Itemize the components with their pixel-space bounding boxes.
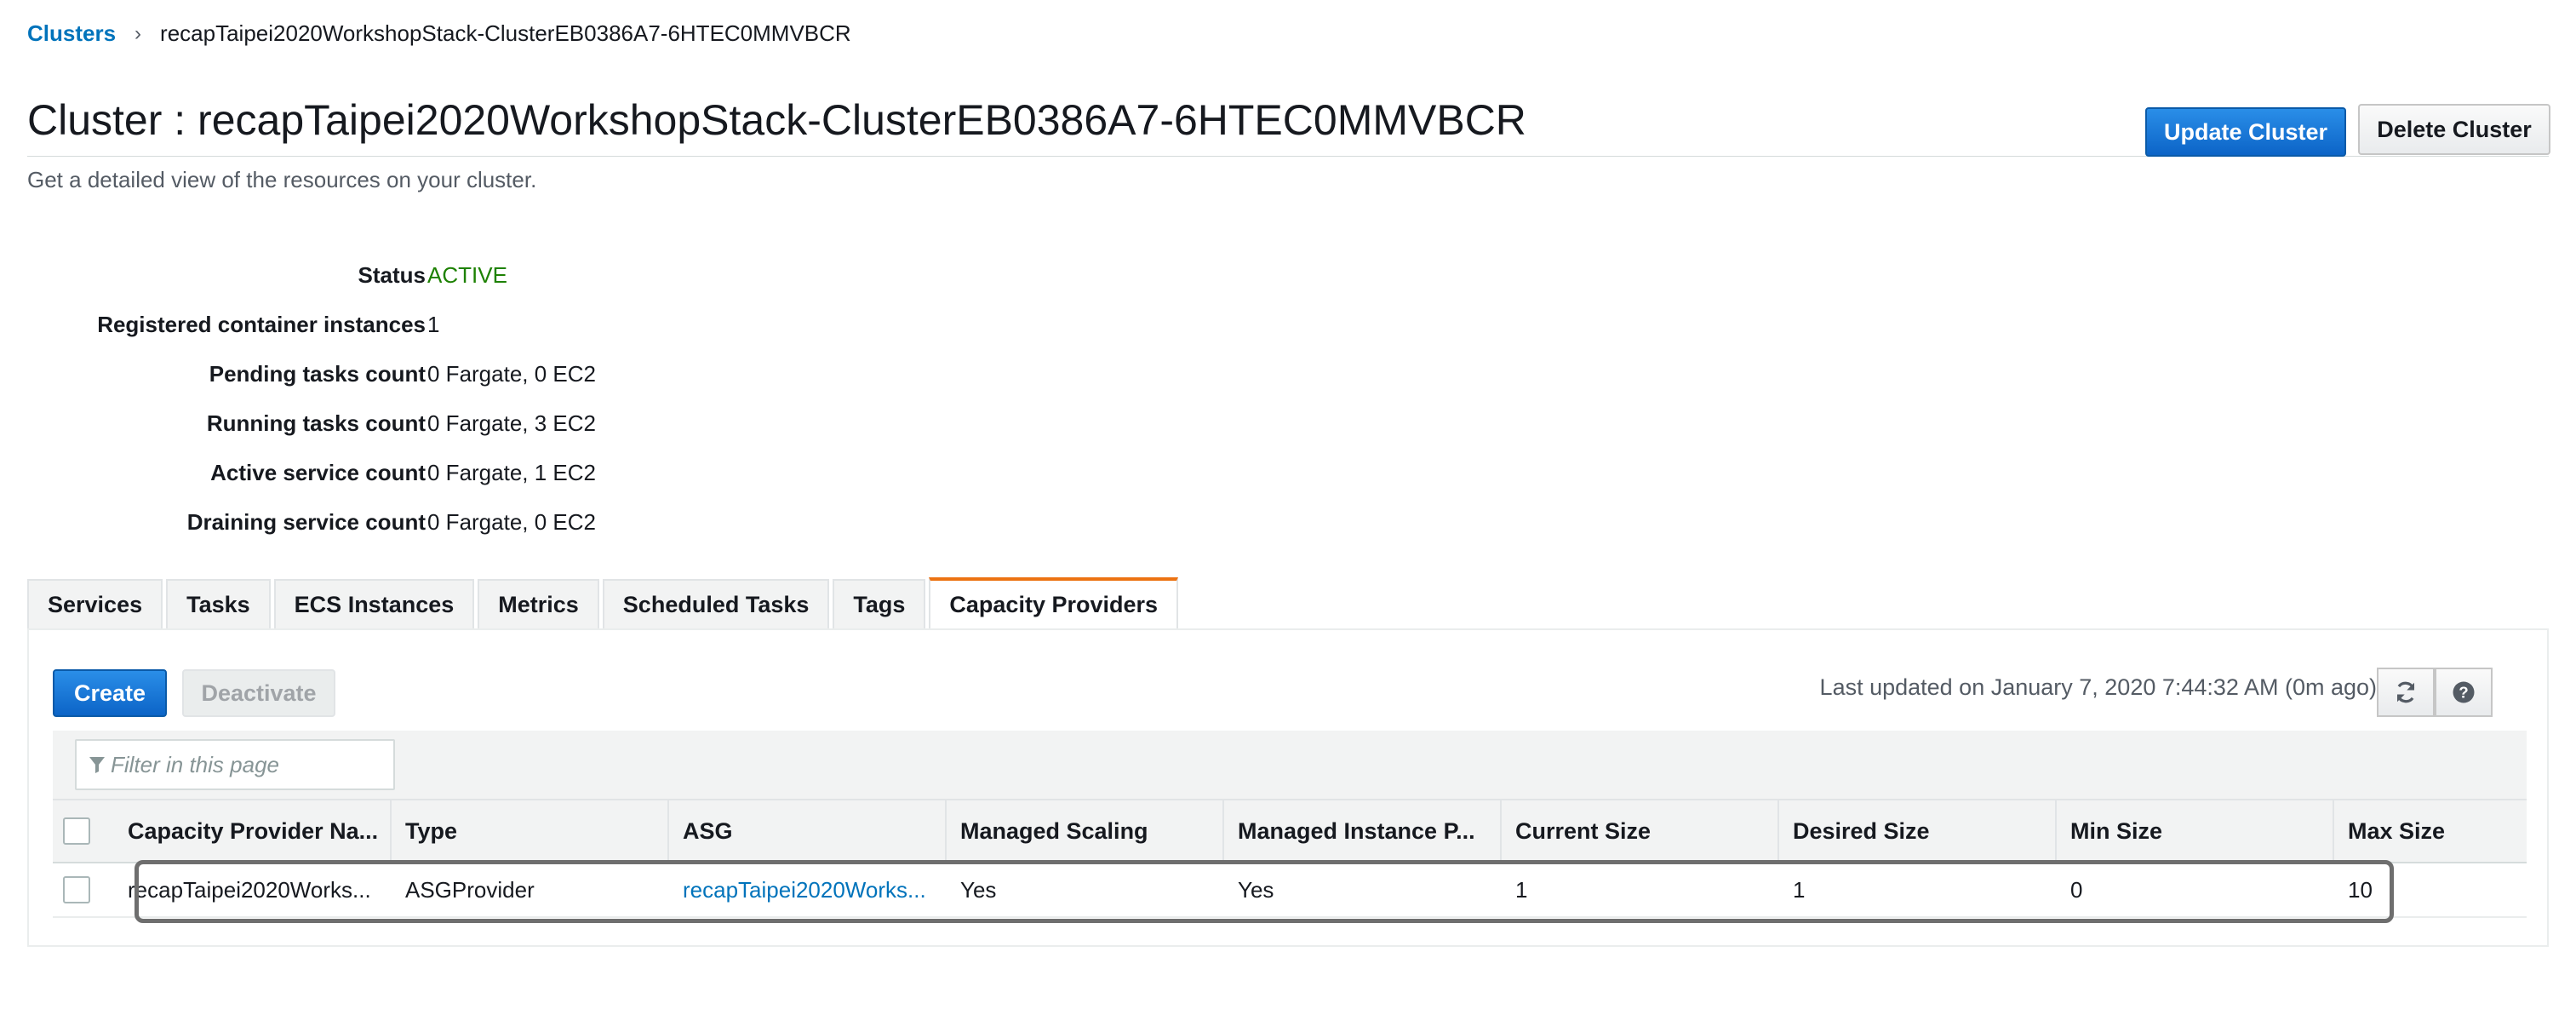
- tab-capacity-providers[interactable]: Capacity Providers: [929, 577, 1179, 628]
- create-button[interactable]: Create: [53, 669, 167, 717]
- detail-label: Active service count: [210, 460, 426, 485]
- column-header-name[interactable]: Capacity Provider Na...: [114, 800, 392, 862]
- cell-max-size: 10: [2348, 876, 2373, 903]
- help-button[interactable]: ?: [2435, 668, 2493, 717]
- svg-text:?: ?: [2459, 683, 2468, 701]
- detail-row-status: Status ACTIVE: [27, 262, 879, 296]
- detail-value: 0 Fargate, 1 EC2: [427, 460, 596, 485]
- detail-label: Registered container instances: [97, 312, 426, 337]
- cluster-tabs: Services Tasks ECS Instances Metrics Sch…: [27, 577, 1182, 628]
- filter-bar: Filter in this page: [53, 731, 2527, 799]
- update-cluster-button[interactable]: Update Cluster: [2145, 107, 2346, 157]
- cell-desired-size: 1: [1793, 876, 1806, 903]
- page-title: Cluster : recapTaipei2020WorkshopStack-C…: [27, 96, 1526, 144]
- deactivate-button[interactable]: Deactivate: [182, 669, 335, 717]
- cell-managed-instance-protection: Yes: [1238, 876, 1274, 903]
- detail-value: 1: [427, 312, 440, 337]
- cell-current-size: 1: [1515, 876, 1528, 903]
- select-all-checkbox[interactable]: [63, 817, 90, 845]
- detail-value: 0 Fargate, 0 EC2: [427, 361, 596, 387]
- tab-scheduled-tasks[interactable]: Scheduled Tasks: [602, 579, 830, 628]
- cell-name: recapTaipei2020Works...: [128, 876, 371, 903]
- cell-asg-link[interactable]: recapTaipei2020Works...: [669, 863, 947, 916]
- last-updated-text: Last updated on January 7, 2020 7:44:32 …: [1819, 674, 2377, 700]
- breadcrumb-current: recapTaipei2020WorkshopStack-ClusterEB03…: [160, 20, 851, 46]
- tab-ecs-instances[interactable]: ECS Instances: [273, 579, 475, 628]
- column-header-desired-size[interactable]: Desired Size: [1779, 800, 2057, 862]
- detail-row-pending-tasks: Pending tasks count 0 Fargate, 0 EC2: [27, 361, 879, 395]
- chevron-right-icon: ›: [135, 21, 142, 45]
- filter-placeholder: Filter in this page: [111, 751, 279, 777]
- table-header: Capacity Provider Na... Type ASG Managed…: [53, 799, 2527, 863]
- column-header-type[interactable]: Type: [392, 800, 669, 862]
- refresh-icon: [2396, 681, 2415, 703]
- breadcrumb: Clusters › recapTaipei2020WorkshopStack-…: [27, 20, 851, 47]
- detail-row-draining-services: Draining service count 0 Fargate, 0 EC2: [27, 509, 879, 543]
- detail-label: Draining service count: [186, 509, 426, 535]
- detail-value: 0 Fargate, 3 EC2: [427, 410, 596, 436]
- column-header-managed-scaling[interactable]: Managed Scaling: [947, 800, 1224, 862]
- tab-metrics[interactable]: Metrics: [478, 579, 599, 628]
- status-value: ACTIVE: [427, 262, 507, 288]
- tab-tasks[interactable]: Tasks: [166, 579, 271, 628]
- row-checkbox[interactable]: [63, 876, 90, 903]
- filter-icon: [89, 757, 105, 773]
- help-icon: ?: [2453, 681, 2475, 703]
- detail-row-registered-instances: Registered container instances 1: [27, 312, 879, 346]
- tab-services[interactable]: Services: [27, 579, 163, 628]
- delete-cluster-button[interactable]: Delete Cluster: [2358, 104, 2550, 155]
- filter-input[interactable]: Filter in this page: [75, 739, 395, 790]
- column-header-managed-instance-protection[interactable]: Managed Instance P...: [1224, 800, 1502, 862]
- detail-label: Running tasks count: [206, 410, 426, 436]
- detail-row-running-tasks: Running tasks count 0 Fargate, 3 EC2: [27, 410, 879, 444]
- table-row[interactable]: recapTaipei2020Works... ASGProvider reca…: [53, 863, 2527, 918]
- column-header-current-size[interactable]: Current Size: [1502, 800, 1779, 862]
- capacity-providers-panel: Create Deactivate Last updated on Januar…: [27, 628, 2549, 947]
- detail-row-active-services: Active service count 0 Fargate, 1 EC2: [27, 460, 879, 494]
- column-header-asg[interactable]: ASG: [669, 800, 947, 862]
- cell-managed-scaling: Yes: [960, 876, 997, 903]
- column-header-max-size[interactable]: Max Size: [2334, 800, 2527, 862]
- detail-label: Status: [358, 262, 426, 288]
- detail-value: 0 Fargate, 0 EC2: [427, 509, 596, 535]
- page-subtitle: Get a detailed view of the resources on …: [27, 167, 537, 192]
- detail-label: Pending tasks count: [209, 361, 426, 387]
- tab-tags[interactable]: Tags: [833, 579, 926, 628]
- breadcrumb-clusters-link[interactable]: Clusters: [27, 20, 116, 47]
- cell-type: ASGProvider: [405, 876, 535, 903]
- column-header-min-size[interactable]: Min Size: [2057, 800, 2334, 862]
- cell-min-size: 0: [2070, 876, 2083, 903]
- refresh-button[interactable]: [2377, 668, 2435, 717]
